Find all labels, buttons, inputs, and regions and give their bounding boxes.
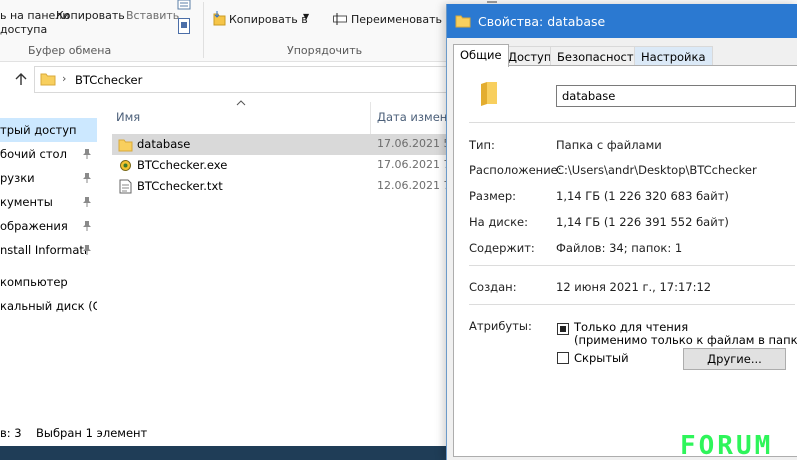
- created-label: Создан:: [469, 280, 517, 294]
- file-name: database: [137, 137, 191, 151]
- nav-item[interactable]: nstall Informati: [0, 238, 97, 262]
- file-row[interactable]: BTCchecker.txt 12.06.2021 7:: [112, 176, 446, 197]
- navigation-pane: трый доступ бочий стол рузки кументы ображен…: [0, 96, 100, 420]
- dialog-title-bar[interactable]: Свойства: database: [447, 4, 797, 38]
- clipboard-small-icon[interactable]: [177, 0, 191, 10]
- file-row[interactable]: database 17.06.2021 5:5: [112, 134, 446, 155]
- file-name: BTCchecker.txt: [137, 179, 223, 193]
- location-value: C:\Users\andr\Desktop\BTCchecker: [556, 163, 757, 177]
- column-header-date[interactable]: Дата измене: [377, 110, 454, 124]
- nav-item-label: ображения: [0, 219, 68, 233]
- nav-item[interactable]: бочий стол: [0, 142, 97, 166]
- forum-watermark: FORUM: [680, 431, 774, 460]
- nav-item-label: кальный диск (C:): [0, 299, 97, 313]
- attributes-label: Атрибуты:: [469, 319, 532, 333]
- address-row: › BTCchecker: [0, 62, 454, 96]
- executable-icon: [120, 160, 131, 171]
- organize-group-label: Упорядочить: [287, 44, 363, 57]
- contains-label: Содержит:: [469, 241, 535, 255]
- divider: [469, 304, 795, 305]
- contains-value: Файлов: 34; папок: 1: [556, 241, 683, 255]
- pin-quick-access-label-2[interactable]: доступа: [0, 23, 47, 36]
- nav-item-label: бочий стол: [0, 147, 67, 161]
- properties-dialog: Свойства: database Общие Доступ Безопасн…: [446, 4, 797, 460]
- rename-button[interactable]: Переименовать: [351, 13, 442, 26]
- readonly-checkbox[interactable]: [557, 323, 569, 335]
- sort-ascending-icon: [236, 100, 246, 106]
- tab-customize[interactable]: Настройка: [634, 46, 713, 66]
- file-name: BTCchecker.exe: [137, 158, 228, 172]
- size-value: 1,14 ГБ (1 226 320 683 байт): [556, 189, 729, 203]
- readonly-label[interactable]: Только для чтения: [574, 320, 688, 334]
- paste-button[interactable]: Вставить: [126, 9, 179, 22]
- hidden-checkbox[interactable]: [557, 352, 569, 364]
- selection-status: Выбран 1 элемент: [36, 426, 148, 440]
- item-count: в: 3: [0, 426, 22, 440]
- copy-button[interactable]: Копировать: [56, 9, 125, 22]
- tab-general[interactable]: Общие: [453, 44, 509, 67]
- dialog-title: Свойства: database: [478, 14, 606, 29]
- advanced-attributes-button[interactable]: Другие...: [683, 348, 786, 370]
- folder-icon: [40, 73, 56, 86]
- nav-item-label: трый доступ: [0, 123, 77, 137]
- size-label: Размер:: [469, 189, 517, 203]
- folder-name-input[interactable]: database: [556, 85, 796, 107]
- clipboard-group-label: Буфер обмена: [28, 44, 112, 57]
- size-on-disk-value: 1,14 ГБ (1 226 391 552 байт): [556, 215, 729, 229]
- status-bar: в: 3 Выбран 1 элемент: [0, 420, 446, 446]
- file-list: Имя Дата измене database 17.06.2021 5:5 BT…: [100, 96, 454, 420]
- up-arrow-icon[interactable]: [14, 72, 28, 86]
- paste-shortcut-icon[interactable]: [178, 18, 190, 34]
- file-date: 17.06.2021 7:: [377, 158, 446, 171]
- nav-item[interactable]: кальный диск (C:): [0, 294, 97, 318]
- text-file-icon: [119, 179, 132, 194]
- nav-item-label: рузки: [0, 171, 35, 185]
- nav-item[interactable]: кументы: [0, 190, 97, 214]
- nav-item[interactable]: компьютер: [0, 270, 97, 294]
- nav-item-label: кументы: [0, 195, 53, 209]
- readonly-note: (применимо только к файлам в папке): [574, 333, 797, 347]
- nav-item[interactable]: трый доступ: [0, 118, 97, 142]
- divider: [469, 122, 795, 123]
- pin-icon: [83, 173, 91, 183]
- pin-icon: [83, 245, 91, 255]
- copy-to-dropdown-icon[interactable]: ▼: [303, 12, 309, 21]
- breadcrumb-current[interactable]: BTCchecker: [75, 73, 142, 87]
- size-on-disk-label: На диске:: [469, 215, 528, 229]
- folder-icon: [118, 139, 133, 152]
- general-tab-page: database Тип: Папка с файлами Расположен…: [453, 65, 797, 457]
- type-value: Папка с файлами: [556, 138, 662, 152]
- rename-icon: [333, 13, 347, 25]
- nav-item-label: nstall Informati: [0, 243, 88, 257]
- pin-icon: [83, 197, 91, 207]
- ribbon-separator: [203, 2, 204, 58]
- file-row[interactable]: BTCchecker.exe 17.06.2021 7:: [112, 155, 446, 176]
- type-label: Тип:: [469, 138, 495, 152]
- column-header-name[interactable]: Имя: [116, 110, 140, 124]
- pin-icon: [83, 221, 91, 231]
- pin-icon: [83, 149, 91, 159]
- location-label: Расположение:: [469, 163, 562, 177]
- tab-security[interactable]: Безопасность: [550, 46, 648, 66]
- folder-large-icon: [481, 82, 497, 106]
- hidden-label[interactable]: Скрытый: [574, 351, 629, 365]
- copy-to-folder-icon: [213, 11, 226, 26]
- created-value: 12 июня 2021 г., 17:17:12: [556, 280, 712, 294]
- address-bar[interactable]: › BTCchecker: [34, 66, 454, 93]
- breadcrumb-chevron-icon[interactable]: ›: [62, 72, 66, 85]
- copy-to-button[interactable]: Копировать в: [229, 13, 308, 26]
- column-separator[interactable]: [370, 102, 371, 134]
- file-date: 12.06.2021 7:: [377, 179, 446, 192]
- nav-item-label: компьютер: [0, 275, 68, 289]
- file-date: 17.06.2021 5:5: [377, 137, 446, 150]
- nav-item[interactable]: рузки: [0, 166, 97, 190]
- folder-icon: [455, 15, 471, 28]
- nav-item[interactable]: ображения: [0, 214, 97, 238]
- divider: [469, 265, 795, 266]
